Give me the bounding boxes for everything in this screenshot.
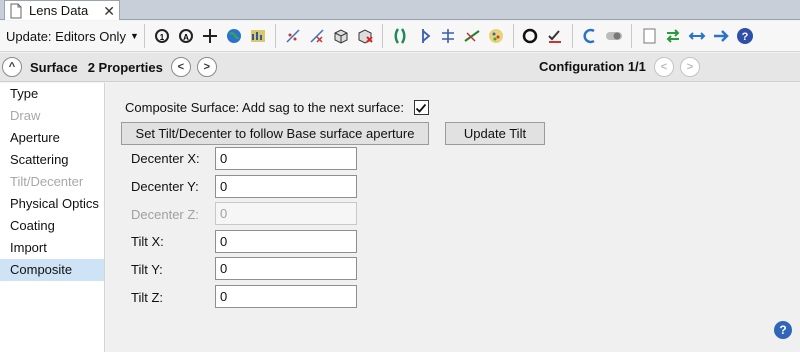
svg-text:1: 1 [160, 33, 165, 42]
chart-icon[interactable] [248, 26, 268, 46]
decenter-y-field[interactable]: 0 [215, 175, 357, 198]
tab-lens-data[interactable]: Lens Data ✕ [4, 0, 120, 20]
ray-icon[interactable] [462, 26, 482, 46]
document-icon [9, 3, 23, 19]
double-arrow-icon[interactable] [687, 26, 707, 46]
toggle-icon[interactable] [604, 26, 624, 46]
page-icon[interactable] [639, 26, 659, 46]
lens-flip-icon[interactable] [414, 26, 434, 46]
svg-text:?: ? [742, 31, 749, 43]
sidebar-item-physical-optics[interactable]: Physical Optics [0, 193, 104, 215]
toolbar-separator [630, 24, 632, 48]
tilt-x-field[interactable]: 0 [215, 230, 357, 253]
help-icon[interactable]: ? [735, 26, 755, 46]
right-arrow-icon[interactable] [711, 26, 731, 46]
spot-icon[interactable] [486, 26, 506, 46]
tilt-x-label: Tilt X: [131, 234, 164, 249]
sidebar-item-aperture[interactable]: Aperture [0, 127, 104, 149]
refresh-all-icon[interactable]: A [176, 26, 196, 46]
composite-panel: Composite Surface: Add sag to the next s… [106, 83, 800, 352]
sidebar-item-tilt-decenter: Tilt/Decenter [10, 174, 84, 189]
swap-arrows-icon[interactable] [663, 26, 683, 46]
decenter-x-label: Decenter X: [131, 151, 200, 166]
scatter-icon[interactable] [283, 26, 303, 46]
sidebar-item-scattering[interactable]: Scattering [0, 149, 104, 171]
lens-element-icon[interactable] [390, 26, 410, 46]
checkmark-icon [416, 103, 427, 113]
composite-checkbox[interactable] [413, 100, 429, 115]
next-configuration-button[interactable]: > [680, 57, 700, 77]
close-icon[interactable]: ✕ [103, 2, 115, 20]
sidebar-item-coating[interactable]: Coating [0, 215, 104, 237]
chevron-down-icon: ▼ [129, 31, 139, 41]
collapse-button[interactable]: ^ [2, 57, 22, 77]
sidebar-item-draw: Draw [10, 108, 41, 123]
decenter-z-label: Decenter Z: [131, 207, 199, 222]
next-surface-button[interactable]: > [196, 57, 217, 77]
toolbar-separator [512, 24, 514, 48]
cube-error-icon[interactable] [355, 26, 375, 46]
undo-arrow-icon[interactable] [580, 26, 600, 46]
globe-icon[interactable] [224, 26, 244, 46]
composite-checkbox-label: Composite Surface: Add sag to the next s… [125, 100, 404, 115]
surface-properties-header: ^ Surface 2 Properties < > Configuration… [0, 53, 800, 82]
update-tilt-button[interactable]: Update Tilt [445, 122, 545, 145]
tilt-y-field[interactable]: 0 [215, 257, 357, 280]
toolbar-separator [274, 24, 276, 48]
toolbar-separator [143, 24, 145, 48]
tilt-z-label: Tilt Z: [131, 290, 164, 305]
cube-icon[interactable] [331, 26, 351, 46]
decenter-x-field[interactable]: 0 [215, 147, 357, 170]
toolbar-separator [381, 24, 383, 48]
decenter-y-label: Decenter Y: [131, 179, 199, 194]
tab-title: Lens Data [29, 3, 89, 18]
check-pen-icon[interactable] [545, 26, 565, 46]
crosshair-icon[interactable] [200, 26, 220, 46]
sidebar-item-import[interactable]: Import [0, 237, 104, 259]
tilt-y-label: Tilt Y: [131, 262, 163, 277]
toolbar: Update: Editors Only ▼ 1 A ? [0, 21, 800, 52]
update-mode-label: Update: Editors Only [6, 28, 126, 44]
sidebar-item-type[interactable]: Type [0, 83, 104, 105]
properties-count: 2 Properties [87, 59, 163, 75]
previous-configuration-button[interactable]: < [654, 57, 674, 77]
previous-surface-button[interactable]: < [170, 57, 191, 77]
scatter-red-icon[interactable] [307, 26, 327, 46]
refresh-icon[interactable]: 1 [152, 26, 172, 46]
circle-dropdown-icon[interactable] [521, 26, 541, 46]
composite-surface-row: Composite Surface: Add sag to the next s… [125, 100, 429, 115]
property-category-sidebar: Type Draw Aperture Scattering Tilt/Decen… [0, 83, 105, 352]
sidebar-item-composite[interactable]: Composite [0, 259, 104, 281]
tilt-z-field[interactable]: 0 [215, 285, 357, 308]
lens-tilt-icon[interactable] [438, 26, 458, 46]
update-mode-dropdown[interactable]: Update: Editors Only ▼ [6, 25, 139, 47]
toolbar-separator [571, 24, 573, 48]
decenter-z-field: 0 [215, 202, 357, 225]
tab-strip: Lens Data ✕ [0, 0, 800, 20]
follow-base-aperture-button[interactable]: Set Tilt/Decenter to follow Base surface… [121, 122, 429, 145]
surface-label: Surface [30, 59, 78, 75]
configuration-label: Configuration 1/1 [539, 59, 646, 74]
help-button[interactable]: ? [774, 321, 792, 339]
svg-text:A: A [183, 33, 189, 42]
